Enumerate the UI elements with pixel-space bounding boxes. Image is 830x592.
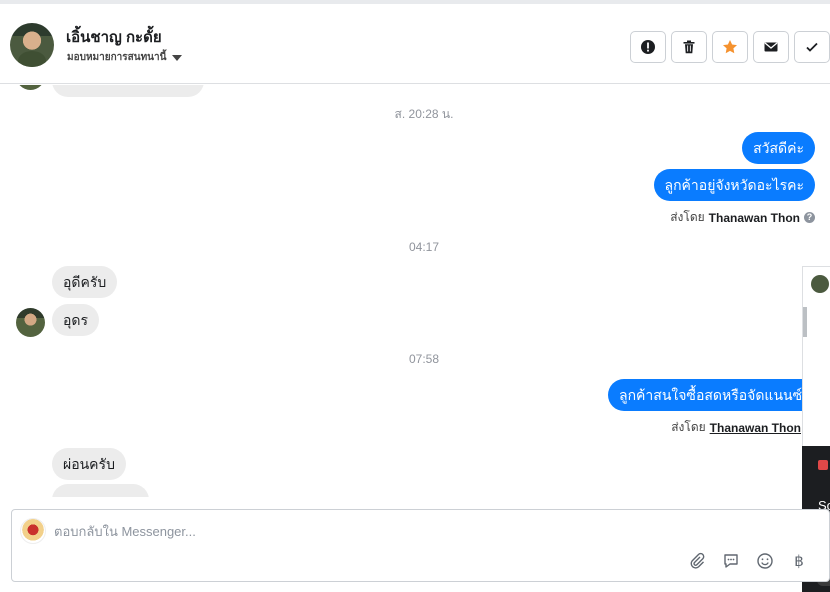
help-icon[interactable]: ? bbox=[804, 212, 815, 223]
sent-by-line: ส่งโดย Thanawan Thon ? bbox=[670, 208, 815, 227]
message-incoming-partial bbox=[52, 85, 204, 97]
calendar-icon bbox=[818, 460, 828, 470]
sent-by-name[interactable]: Thanawan Thon bbox=[709, 211, 800, 225]
reply-input[interactable] bbox=[54, 520, 754, 542]
sent-by-name-link[interactable]: Thanawan Thon bbox=[710, 421, 801, 435]
sent-by-line: ส่งโดย Thanawan Thon bbox=[671, 418, 801, 437]
reply-composer: ฿ bbox=[11, 509, 830, 582]
header-actions bbox=[630, 31, 830, 63]
paperclip-icon bbox=[690, 552, 705, 569]
attach-button[interactable] bbox=[687, 551, 707, 571]
contact-avatar-small[interactable] bbox=[16, 308, 45, 337]
timestamp: 04:17 bbox=[408, 240, 440, 254]
side-chat-widget[interactable] bbox=[802, 266, 830, 456]
payment-button[interactable]: ฿ bbox=[789, 551, 809, 571]
speech-bubble-icon bbox=[724, 554, 738, 568]
star-button[interactable] bbox=[712, 31, 748, 63]
timestamp: ส. 20:28 น. bbox=[394, 107, 454, 121]
saved-replies-button[interactable] bbox=[721, 551, 741, 571]
composer-tools: ฿ bbox=[687, 551, 809, 571]
baht-icon: ฿ bbox=[794, 553, 804, 570]
widget-avatar bbox=[811, 275, 829, 293]
message-thread[interactable]: ส. 20:28 น. สวัสดีค่ะ ลูกค้าอยู่จังหวัดอ… bbox=[0, 85, 830, 497]
conversation-header: เอิ้นชาญ กะดั้ย มอบหมายการสนทนานี้ bbox=[0, 0, 830, 84]
sent-by-prefix: ส่งโดย bbox=[670, 210, 705, 224]
delete-button[interactable] bbox=[671, 31, 707, 63]
timestamp: 07:58 bbox=[408, 352, 440, 366]
message-outgoing[interactable]: สวัสดีค่ะ bbox=[742, 132, 815, 164]
message-incoming[interactable]: อุดร bbox=[52, 304, 100, 336]
contact-avatar[interactable] bbox=[10, 23, 54, 67]
smiley-icon bbox=[757, 553, 773, 569]
caret-down-icon bbox=[172, 54, 183, 61]
star-icon bbox=[723, 40, 737, 54]
mark-spam-button[interactable] bbox=[630, 31, 666, 63]
widget-scrollbar[interactable] bbox=[803, 307, 807, 337]
message-incoming[interactable]: อุดีครับ bbox=[52, 266, 118, 298]
message-incoming[interactable]: ผ่อนครับ bbox=[52, 448, 126, 480]
mark-done-button[interactable] bbox=[794, 31, 830, 63]
contact-avatar-small bbox=[16, 85, 45, 90]
page-avatar bbox=[20, 518, 46, 544]
envelope-icon bbox=[764, 42, 778, 52]
message-outgoing[interactable]: ลูกค้าสนใจซื้อสดหรือจัดแนนซ์คะ bbox=[608, 379, 830, 411]
checkmark-icon bbox=[806, 42, 818, 52]
assign-conversation-dropdown[interactable]: มอบหมายการสนทนานี้ bbox=[67, 50, 183, 65]
message-outgoing[interactable]: ลูกค้าอยู่จังหวัดอะไรคะ bbox=[653, 169, 815, 201]
sent-by-prefix: ส่งโดย bbox=[671, 420, 706, 434]
mark-unread-button[interactable] bbox=[753, 31, 789, 63]
message-incoming-partial bbox=[52, 484, 149, 497]
contact-name[interactable]: เอิ้นชาญ กะดั้ย bbox=[66, 25, 162, 49]
trash-icon bbox=[683, 40, 695, 54]
assign-label: มอบหมายการสนทนานี้ bbox=[67, 52, 167, 63]
alert-icon bbox=[641, 40, 655, 54]
emoji-button[interactable] bbox=[755, 551, 775, 571]
